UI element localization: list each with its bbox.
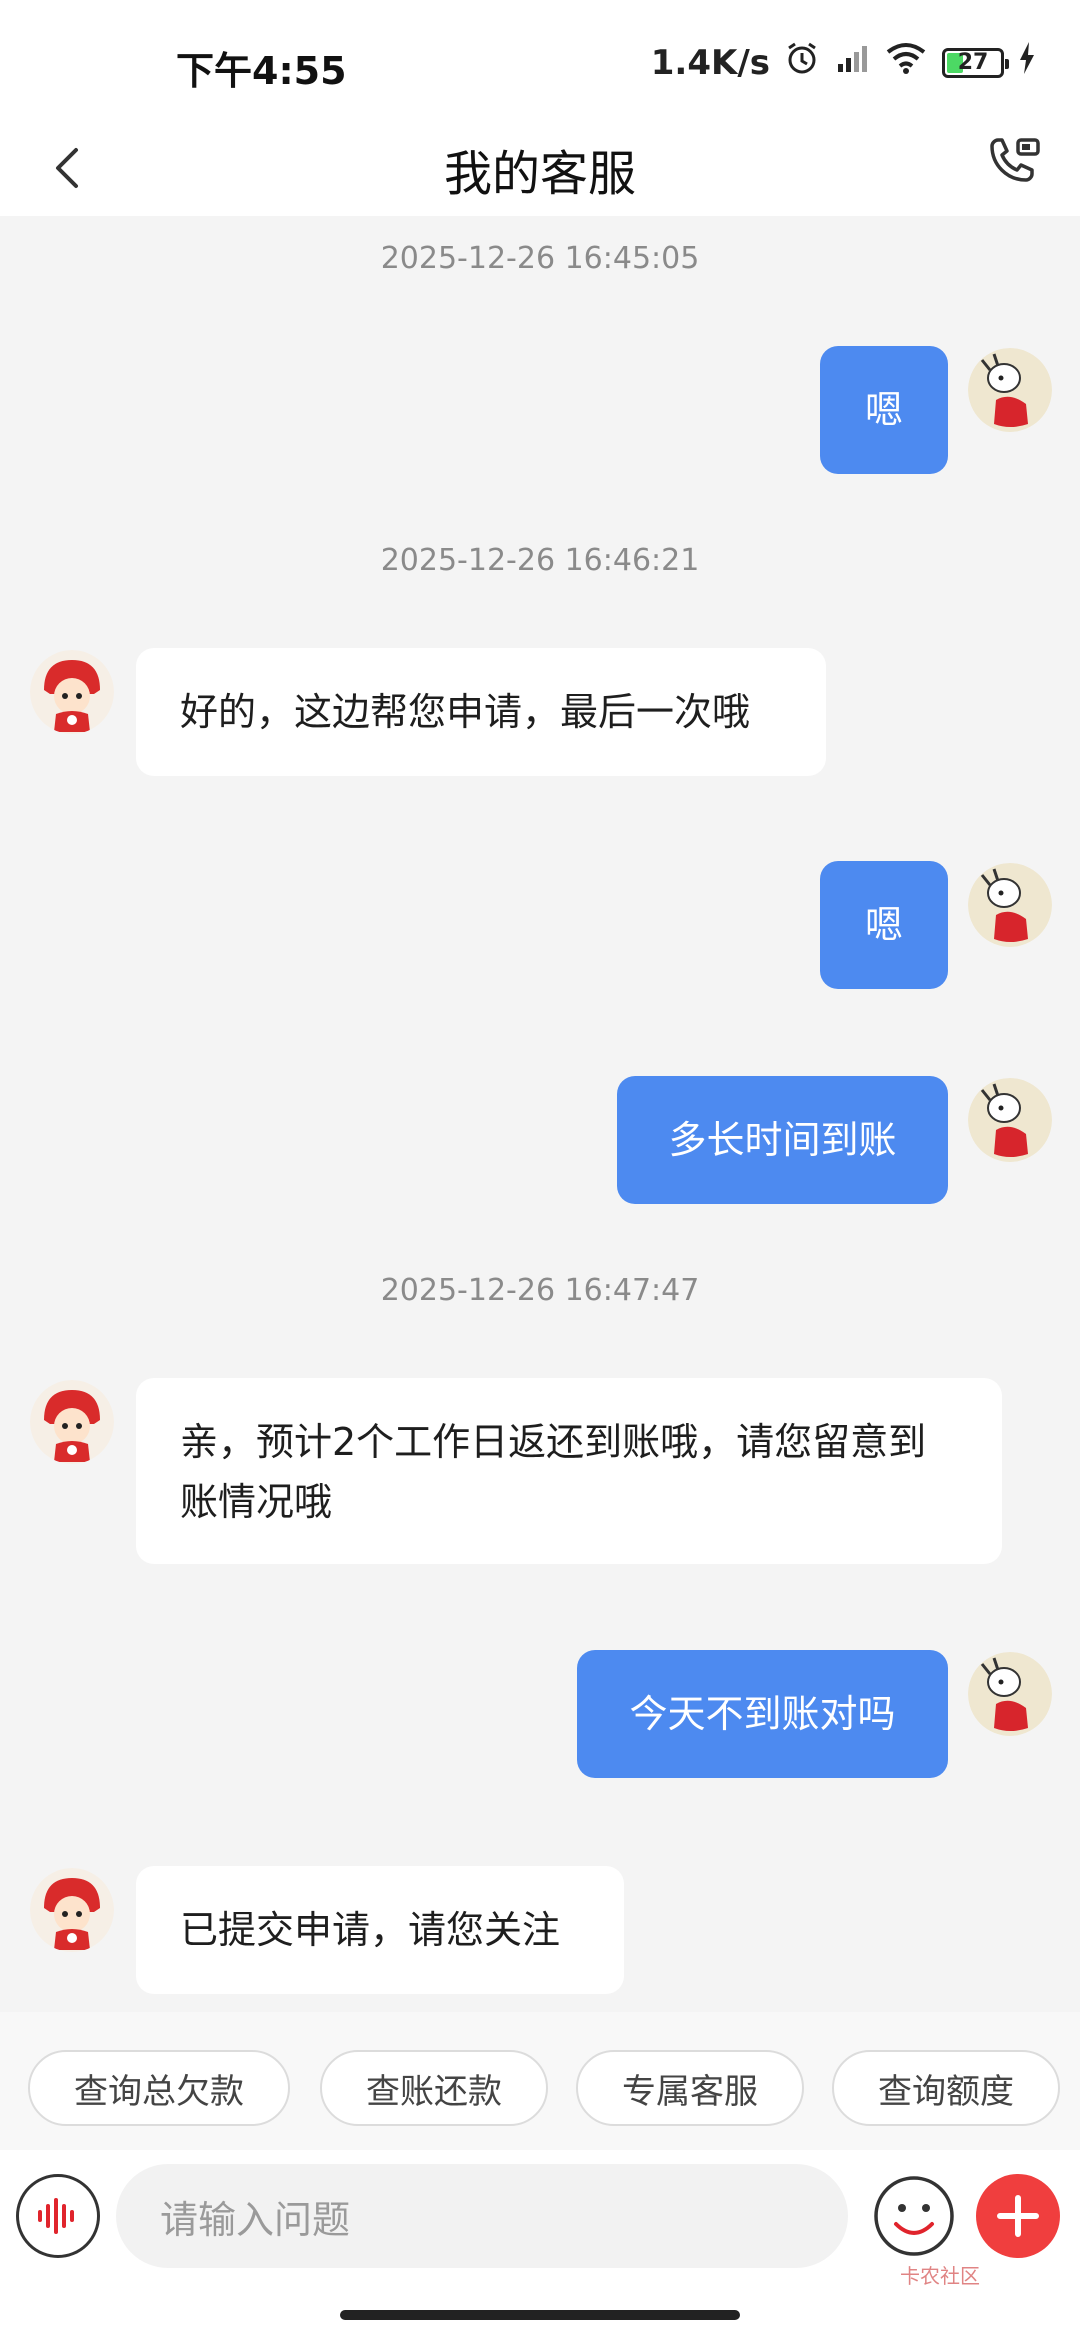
agent-avatar[interactable]: [30, 1380, 114, 1464]
watermark: 卡农社区: [900, 2264, 980, 2288]
user-avatar[interactable]: [968, 1078, 1052, 1162]
smiley-icon: [874, 2176, 954, 2256]
timestamp: 2025-12-26 16:47:47: [380, 1273, 700, 1308]
signal-icon: [834, 40, 870, 85]
wifi-icon: [884, 40, 928, 85]
voice-wave-icon: [38, 2198, 74, 2234]
user-message[interactable]: 多长时间到账: [617, 1076, 948, 1204]
status-bar: 下午4:55 1.4K/s 27: [0, 0, 1080, 120]
quick-reply-chip[interactable]: 查账还款: [320, 2050, 548, 2126]
timestamp: 2025-12-26 16:45:05: [380, 241, 700, 276]
page-title: 我的客服: [443, 146, 636, 202]
user-avatar[interactable]: [968, 348, 1052, 432]
home-indicator[interactable]: [340, 2310, 740, 2320]
user-avatar[interactable]: [968, 1652, 1052, 1736]
user-message[interactable]: 今天不到账对吗: [577, 1650, 948, 1778]
agent-message[interactable]: 好的，这边帮您申请，最后一次哦: [136, 648, 826, 776]
network-speed: 1.4K/s: [650, 42, 770, 83]
quick-reply-chip[interactable]: 查询总欠款: [28, 2050, 290, 2126]
status-time: 下午4:55: [176, 49, 347, 93]
chat-area[interactable]: 2025-12-26 16:45:05 嗯 2025-12-26 16:46:2…: [0, 216, 1080, 2012]
alarm-icon: [784, 40, 820, 85]
phone-icon: [990, 138, 1040, 182]
timestamp: 2025-12-26 16:46:21: [380, 543, 700, 578]
agent-message[interactable]: 已提交申请，请您关注: [136, 1866, 624, 1994]
message-input[interactable]: 请输入问题: [116, 2164, 848, 2268]
emoji-button[interactable]: [872, 2174, 956, 2258]
quick-reply-chip[interactable]: 专属客服: [576, 2050, 804, 2126]
agent-avatar[interactable]: [30, 650, 114, 734]
agent-message[interactable]: 亲，预计2个工作日返还到账哦，请您留意到账情况哦: [136, 1378, 1002, 1564]
phone-call-button[interactable]: [978, 128, 1048, 198]
user-avatar[interactable]: [968, 863, 1052, 947]
input-bar: 请输入问题 卡农社区: [0, 2150, 1080, 2340]
status-icons: 1.4K/s 27: [651, 40, 1036, 85]
charging-icon: [1018, 42, 1036, 83]
quick-reply-bar: 查询总欠款 查账还款 专属客服 查询额度: [0, 2012, 1080, 2150]
header: 我的客服: [0, 120, 1080, 216]
user-message[interactable]: 嗯: [820, 861, 948, 989]
battery-icon: 27: [942, 47, 1009, 78]
more-options-button[interactable]: [976, 2174, 1060, 2258]
quick-reply-chip[interactable]: 查询额度: [832, 2050, 1060, 2126]
user-message[interactable]: 嗯: [820, 346, 948, 474]
voice-input-button[interactable]: [16, 2174, 100, 2258]
plus-icon: [997, 2195, 1039, 2237]
agent-avatar[interactable]: [30, 1868, 114, 1952]
